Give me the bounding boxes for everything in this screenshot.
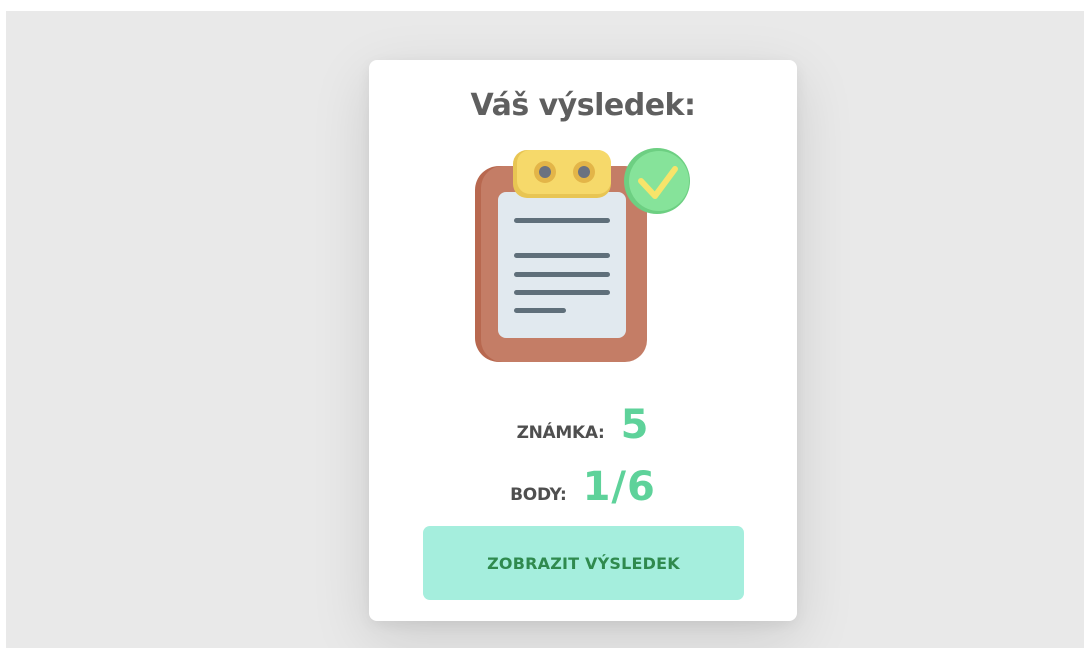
- points-row: BODY: 1/6: [369, 464, 797, 510]
- grade-value: 5: [620, 402, 650, 448]
- result-title: Váš výsledek:: [470, 88, 697, 123]
- points-label: BODY:: [510, 485, 567, 505]
- result-card: Váš výsledek: ZNÁMKA: 5 BODY: 1/6 ZOBRAZ…: [369, 60, 797, 621]
- clipboard-checkmark-icon: [473, 148, 693, 368]
- grade-row: ZNÁMKA: 5: [369, 402, 797, 448]
- grade-label: ZNÁMKA:: [516, 423, 605, 443]
- page-background: Váš výsledek: ZNÁMKA: 5 BODY: 1/6 ZOBRAZ…: [6, 11, 1084, 648]
- points-value: 1/6: [582, 464, 656, 510]
- show-result-button[interactable]: ZOBRAZIT VÝSLEDEK: [423, 526, 744, 600]
